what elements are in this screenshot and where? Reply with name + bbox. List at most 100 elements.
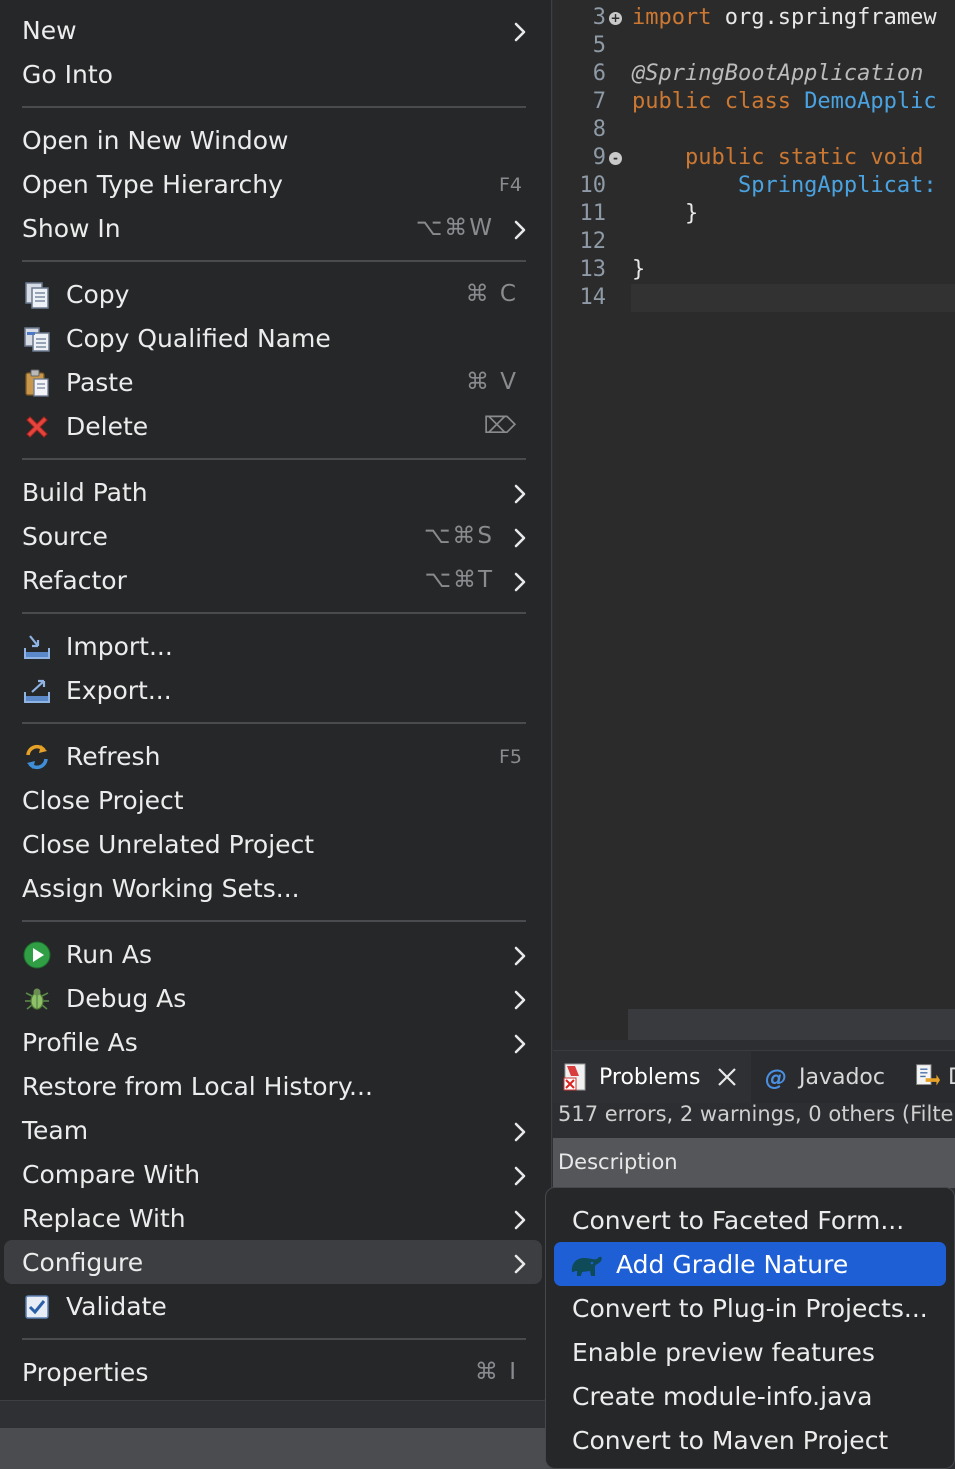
code-line[interactable]: 3 + import org.springframew — [553, 4, 955, 32]
menu-item-label: Source — [22, 522, 108, 551]
code-line[interactable]: 5 — [553, 32, 955, 60]
submenu-item-create-module-info-java[interactable]: Create module-info.java — [554, 1374, 946, 1418]
delete-icon — [22, 412, 52, 442]
chevron-right-icon — [514, 1031, 526, 1054]
menu-item-replace-with[interactable]: Replace With — [4, 1196, 542, 1240]
menu-item-new[interactable]: New — [4, 8, 542, 52]
export-icon — [22, 676, 52, 706]
line-number: 12 — [579, 229, 607, 254]
submenu-item-label: Convert to Maven Project — [572, 1426, 889, 1455]
code-text: } — [632, 200, 698, 228]
code-line[interactable]: 10 SpringApplicat: — [553, 172, 955, 200]
menu-item-source[interactable]: Source ⌥⌘S — [4, 514, 542, 558]
tab-d[interactable]: D — [905, 1051, 955, 1103]
menu-item-label: New — [22, 16, 77, 45]
chevron-right-icon — [514, 1251, 526, 1274]
code-token: } — [632, 201, 699, 226]
menu-item-debug-as[interactable]: Debug As — [4, 976, 542, 1020]
menu-item-label: Export... — [66, 676, 172, 705]
status-strip — [0, 1428, 553, 1469]
close-tab-icon[interactable] — [716, 1066, 738, 1088]
menu-item-open-in-new-window[interactable]: Open in New Window — [4, 118, 542, 162]
keyboard-shortcut: ⌥⌘T — [424, 567, 494, 593]
menu-item-label: Build Path — [22, 478, 148, 507]
submenu-item-convert-to-maven-project[interactable]: Convert to Maven Project — [554, 1418, 946, 1462]
project-context-menu: New Go Into Open in New Window Open Type Hi… — [0, 0, 552, 1401]
menu-item-label: Debug As — [66, 984, 187, 1013]
menu-item-show-in[interactable]: Show In ⌥⌘W — [4, 206, 542, 250]
line-number: 3 — [592, 5, 606, 30]
menu-item-build-path[interactable]: Build Path — [4, 470, 542, 514]
collapse-fold-icon[interactable]: - — [609, 152, 622, 165]
code-line[interactable]: 6 @SpringBootApplication — [553, 60, 955, 88]
description-column-header[interactable]: Description — [553, 1138, 955, 1188]
code-line[interactable]: 7 public class DemoApplic — [553, 88, 955, 116]
expand-fold-icon[interactable]: + — [609, 12, 622, 25]
description-column-label: Description — [558, 1150, 678, 1174]
menu-item-copy-qualified-name[interactable]: Copy Qualified Name — [4, 316, 542, 360]
tab-problems[interactable]: Problems — [553, 1051, 751, 1103]
menu-item-label: Import... — [66, 632, 173, 661]
keyboard-shortcut: ⌦ — [483, 413, 518, 439]
menu-item-configure[interactable]: Configure — [4, 1240, 542, 1284]
submenu-item-enable-preview-features[interactable]: Enable preview features — [554, 1330, 946, 1374]
code-line[interactable]: 9- public static void — [553, 144, 955, 172]
keyboard-shortcut: ⌘ C — [465, 281, 518, 307]
menu-item-compare-with[interactable]: Compare With — [4, 1152, 542, 1196]
code-line[interactable]: 11 } — [553, 200, 955, 228]
menu-item-properties[interactable]: Properties ⌘ I — [4, 1350, 542, 1394]
code-line[interactable]: 14 — [553, 284, 955, 312]
code-text: @SpringBootApplication — [632, 60, 923, 88]
submenu-item-convert-to-plug-in-projects[interactable]: Convert to Plug-in Projects... — [554, 1286, 946, 1330]
menu-item-team[interactable]: Team — [4, 1108, 542, 1152]
keyboard-shortcut: ⌥⌘W — [415, 215, 494, 241]
run-icon — [22, 940, 52, 970]
menu-item-paste[interactable]: Paste ⌘ V — [4, 360, 542, 404]
tab-javadoc[interactable]: @ Javadoc — [753, 1051, 903, 1103]
submenu-item-add-gradle-nature[interactable]: Add Gradle Nature — [554, 1242, 946, 1286]
code-token: DemoApplic — [804, 89, 937, 114]
menu-separator — [22, 920, 526, 922]
chevron-right-icon — [514, 19, 526, 42]
code-line[interactable]: 13} — [553, 256, 955, 284]
menu-item-go-into[interactable]: Go Into — [4, 52, 542, 96]
menu-item-validate[interactable]: Validate — [4, 1284, 542, 1328]
menu-item-refresh[interactable]: Refresh F5 — [4, 734, 542, 778]
code-editor[interactable]: 3 + import org.springframew 5 6 @SpringBootAp… — [553, 0, 955, 1040]
menu-item-profile-as[interactable]: Profile As — [4, 1020, 542, 1064]
chevron-right-icon — [514, 943, 526, 966]
menu-item-open-type-hierarchy[interactable]: Open Type Hierarchy F4 — [4, 162, 542, 206]
menu-item-close-project[interactable]: Close Project — [4, 778, 542, 822]
menu-item-assign-working-sets[interactable]: Assign Working Sets... — [4, 866, 542, 910]
debug-icon — [22, 984, 52, 1014]
chevron-right-icon — [514, 1119, 526, 1142]
submenu-item-convert-to-faceted-form[interactable]: Convert to Faceted Form... — [554, 1198, 946, 1242]
menu-item-label: Compare With — [22, 1160, 201, 1189]
code-line[interactable]: 12 — [553, 228, 955, 256]
editor-horizontal-scrollbar[interactable] — [628, 1009, 955, 1041]
menu-item-close-unrelated-project[interactable]: Close Unrelated Project — [4, 822, 542, 866]
code-line[interactable]: 8 — [553, 116, 955, 144]
line-number: 10 — [579, 173, 607, 198]
menu-item-delete[interactable]: Delete ⌦ — [4, 404, 542, 448]
menu-item-run-as[interactable]: Run As — [4, 932, 542, 976]
menu-item-export[interactable]: Export... — [4, 668, 542, 712]
menu-item-copy[interactable]: Copy ⌘ C — [4, 272, 542, 316]
configure-submenu: Convert to Faceted Form... Add Gradle Nat… — [545, 1187, 955, 1469]
menu-item-label: Replace With — [22, 1204, 186, 1233]
code-text: import org.springframew — [632, 4, 937, 32]
menu-item-refactor[interactable]: Refactor ⌥⌘T — [4, 558, 542, 602]
code-text: } — [632, 256, 645, 284]
submenu-item-label: Enable preview features — [572, 1338, 875, 1367]
keyboard-shortcut: ⌥⌘S — [423, 523, 494, 549]
menu-item-restore-from-local-history[interactable]: Restore from Local History... — [4, 1064, 542, 1108]
paste-icon — [22, 368, 52, 398]
code-text: SpringApplicat: — [632, 172, 937, 200]
code-text: public class DemoApplic — [632, 88, 937, 116]
problems-icon — [561, 1062, 591, 1092]
keyboard-shortcut: ⌘ I — [474, 1359, 518, 1385]
tab-label: Problems — [599, 1064, 701, 1090]
menu-item-label: Validate — [66, 1292, 167, 1321]
menu-separator — [22, 106, 526, 108]
menu-item-import[interactable]: Import... — [4, 624, 542, 668]
